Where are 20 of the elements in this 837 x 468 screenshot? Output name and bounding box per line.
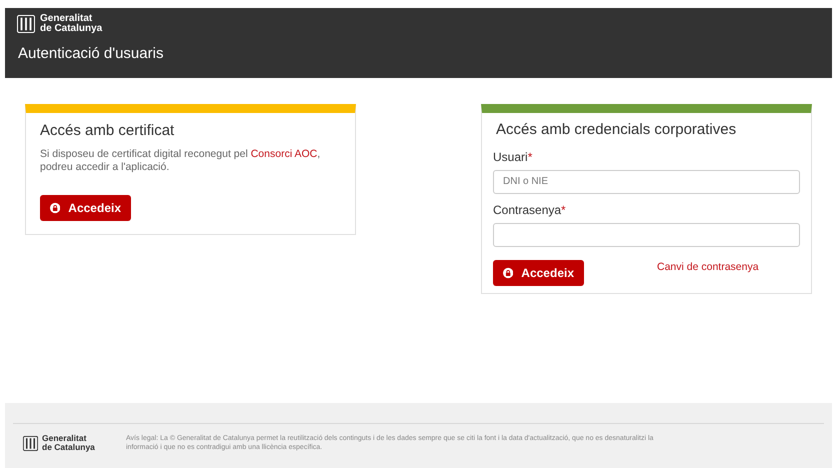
lock-icon	[50, 200, 60, 214]
input-field[interactable]: DNI o NIE	[493, 170, 800, 194]
logo-text: Generalitat	[40, 14, 92, 24]
card-title: Accés amb credencials corporatives	[496, 120, 738, 140]
card-title: Accés amb certificat	[40, 121, 176, 141]
lock-icon	[503, 266, 514, 280]
field-label: Contrasenya*	[493, 202, 567, 218]
consorci-link[interactable]: Consorci AOC	[250, 148, 318, 160]
access-button[interactable]: Accedeix	[493, 260, 584, 286]
change-password-link[interactable]: Canvi de contrasenya	[657, 260, 759, 276]
emblem-icon	[23, 436, 38, 450]
logo-text: Generalitat	[42, 434, 88, 443]
access-button[interactable]: Accedeix	[40, 194, 131, 220]
field-label: Usuari*	[493, 148, 534, 166]
logo-text: de Catalunya	[42, 443, 95, 452]
input-field[interactable]	[493, 222, 800, 246]
page-title: Autenticació d'usuaris	[18, 44, 164, 64]
logo-text: de Catalunya	[40, 24, 102, 34]
emblem-icon	[17, 15, 35, 33]
certificate-description: Si disposeu de certificat digital reconegut pel Consorci AOC, podreu accedir a l'aplicació.	[40, 148, 322, 174]
